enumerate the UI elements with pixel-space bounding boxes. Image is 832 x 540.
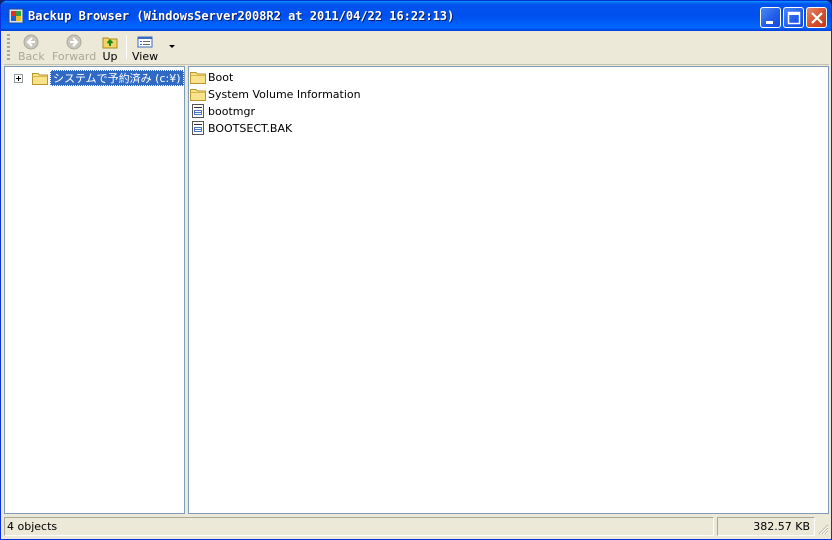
file-name: BOOTSECT.BAK (208, 122, 293, 135)
view-list-icon (137, 36, 153, 48)
toolbar-separator (126, 35, 127, 59)
file-name: bootmgr (208, 105, 255, 118)
forward-arrow-icon (66, 34, 82, 50)
file-name: Boot (208, 71, 234, 84)
back-button[interactable]: Back (18, 33, 45, 63)
tree-node-label[interactable]: システムで予約済み (c:¥) (50, 70, 184, 86)
folder-icon (32, 73, 48, 85)
folder-icon (190, 72, 206, 84)
forward-label: Forward (52, 50, 97, 63)
status-bar: 4 objects 382.57 KB (4, 516, 829, 537)
up-button[interactable]: Up (101, 33, 119, 63)
toolbar-grip[interactable] (7, 34, 10, 61)
expand-plus-icon[interactable] (14, 74, 23, 83)
back-label: Back (18, 50, 45, 63)
status-size: 382.57 KB (717, 517, 815, 536)
minimize-button[interactable] (760, 7, 781, 28)
view-button[interactable]: View (132, 33, 158, 63)
title-bar[interactable]: Backup Browser (WindowsServer2008R2 at 2… (1, 1, 831, 31)
system-file-icon (192, 121, 204, 135)
close-icon (811, 12, 823, 24)
maximize-button[interactable] (783, 7, 804, 28)
up-label: Up (102, 50, 118, 63)
system-file-icon (192, 104, 204, 118)
file-name: System Volume Information (208, 88, 361, 101)
file-list-pane[interactable]: Boot System Volume Information bootmgr B… (188, 66, 829, 514)
window-title: Backup Browser (WindowsServer2008R2 at 2… (28, 9, 455, 23)
back-arrow-icon (23, 34, 39, 50)
folder-up-icon (102, 37, 118, 49)
toolbar: Back Forward Up View (4, 31, 829, 65)
backup-browser-window: Backup Browser (WindowsServer2008R2 at 2… (0, 0, 832, 540)
forward-button[interactable]: Forward (52, 33, 96, 63)
maximize-icon (787, 11, 801, 25)
resize-grip-icon[interactable] (817, 523, 829, 535)
folder-icon (190, 89, 206, 101)
backup-app-icon (8, 8, 24, 24)
minimize-icon (766, 21, 773, 24)
close-button[interactable] (806, 7, 827, 28)
status-object-count: 4 objects (4, 517, 714, 536)
view-label: View (132, 50, 159, 63)
folder-tree-pane[interactable]: システムで予約済み (c:¥) (4, 66, 185, 514)
view-dropdown-arrow-icon[interactable] (169, 45, 175, 48)
